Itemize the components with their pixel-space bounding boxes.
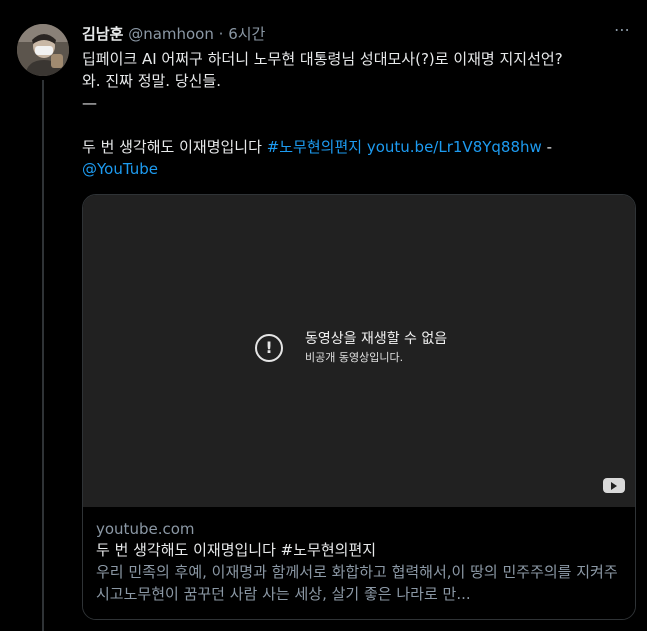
video-error-title: 동영상을 재생할 수 없음 bbox=[305, 331, 448, 347]
author-name[interactable]: 김남훈 bbox=[82, 25, 123, 43]
video-error: ! 동영상을 재생할 수 없음 비공개 동영상입니다. bbox=[255, 329, 447, 367]
tweet-text: 딥페이크 AI 어쩌구 하더니 노무현 대통령님 성대모사(?)로 이재명 지지… bbox=[82, 48, 638, 180]
tweet[interactable]: ⋯ 김남훈 @namhoon · 6시간 딥페이크 AI 어쩌구 하더니 노무현… bbox=[0, 0, 647, 631]
card-info[interactable]: youtube.com 두 번 생각해도 이재명입니다 #노무현의편지 우리 민… bbox=[83, 507, 635, 619]
tweet-line-3: — bbox=[82, 94, 97, 112]
video-player[interactable]: ! 동영상을 재생할 수 없음 비공개 동영상입니다. bbox=[83, 195, 635, 507]
hashtag-link[interactable]: #노무현의편지 bbox=[267, 138, 362, 156]
author-handle[interactable]: @namhoon bbox=[128, 25, 214, 43]
card-title: 두 번 생각해도 이재명입니다 #노무현의편지 bbox=[96, 541, 377, 559]
youtube-url-link[interactable]: youtu.be/Lr1V8Yq88hw bbox=[367, 138, 542, 156]
video-error-subtitle: 비공개 동영상입니다. bbox=[305, 351, 404, 364]
video-error-text: 동영상을 재생할 수 없음 비공개 동영상입니다. bbox=[305, 329, 447, 367]
card-description: 우리 민족의 후예, 이재명과 함께서로 화합하고 협력해서,이 땅의 민주주의… bbox=[96, 563, 618, 603]
tweet-time[interactable]: 6시간 bbox=[228, 25, 265, 43]
tweet-line-1: 딥페이크 AI 어쩌구 하더니 노무현 대통령님 성대모사(?)로 이재명 지지… bbox=[82, 50, 563, 68]
tweet-line-2: 와. 진짜 정말. 당신들. bbox=[82, 72, 222, 90]
card-domain: youtube.com bbox=[96, 520, 195, 538]
avatar[interactable] bbox=[17, 24, 69, 76]
thread-line bbox=[42, 80, 44, 631]
tweet-line-5: @YouTube bbox=[82, 158, 638, 180]
youtube-mention-link[interactable]: @YouTube bbox=[82, 160, 158, 178]
youtube-logo-icon[interactable] bbox=[603, 478, 625, 493]
tweet-line-4: 두 번 생각해도 이재명입니다 #노무현의편지 youtu.be/Lr1V8Yq… bbox=[82, 136, 638, 158]
tweet-line-4-text: 두 번 생각해도 이재명입니다 bbox=[82, 138, 267, 156]
link-card[interactable]: ! 동영상을 재생할 수 없음 비공개 동영상입니다. youtube.com … bbox=[82, 194, 636, 620]
separator-dot: · bbox=[218, 25, 224, 43]
tweet-header: 김남훈 @namhoon · 6시간 bbox=[82, 24, 638, 44]
avatar-image bbox=[17, 24, 69, 76]
error-alert-icon: ! bbox=[255, 334, 283, 362]
tweet-content: 김남훈 @namhoon · 6시간 딥페이크 AI 어쩌구 하더니 노무현 대… bbox=[82, 24, 638, 620]
dash-text: - bbox=[541, 138, 552, 156]
